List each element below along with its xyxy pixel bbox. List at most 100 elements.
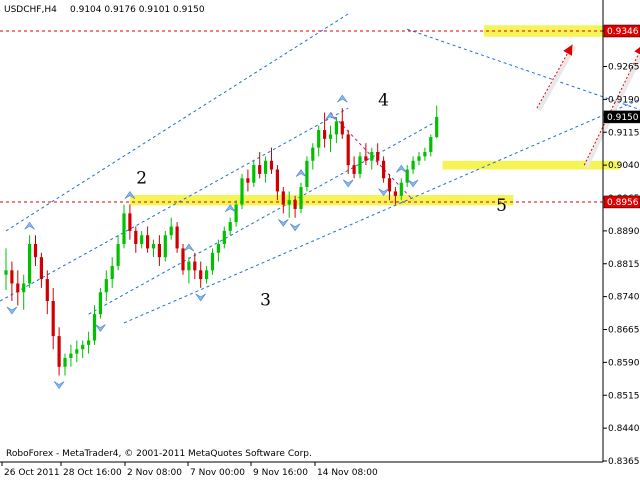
candle-body [246, 178, 250, 183]
candle-body [205, 270, 209, 280]
candle-body [234, 204, 238, 223]
price-chart[interactable]: 23456 0.93460.92650.91900.91150.90400.89… [0, 0, 640, 480]
candle-body [216, 244, 220, 253]
chart-copyright: RoboForex - MetaTrader4, © 2001-2011 Met… [6, 449, 312, 459]
candle-body [169, 226, 173, 236]
candle-body [175, 226, 179, 249]
price-tick-label: 0.9115 [608, 128, 640, 138]
candle-body [269, 160, 274, 170]
time-tick-label: 7 Nov 00:00 [190, 468, 245, 478]
current-price-tag: 0.9150 [607, 113, 639, 123]
chart-ohlc-header: 0.9104 0.9176 0.9101 0.9150 [70, 5, 205, 15]
candle-body [252, 165, 256, 183]
candle-body [258, 165, 262, 174]
candle-body [63, 357, 67, 367]
wave-label: 4 [378, 91, 389, 111]
candle-body [210, 252, 215, 271]
candle-body [346, 134, 350, 166]
candle-body [10, 270, 14, 284]
candle-body [116, 244, 120, 266]
price-tag-red: 0.9346 [607, 27, 639, 37]
candle-body [311, 147, 315, 161]
candle-body [399, 182, 403, 196]
candle-body [358, 156, 362, 174]
candle-body [69, 353, 73, 358]
price-tick-label: 0.9040 [608, 161, 640, 171]
candle-body [181, 248, 185, 271]
wave-label: 3 [260, 290, 271, 310]
price-tick-label: 0.8890 [608, 227, 640, 237]
candle-body [187, 261, 191, 271]
candle-body [317, 130, 321, 148]
candle-body [275, 169, 279, 192]
candle-body [151, 244, 156, 249]
candle-body [334, 121, 338, 135]
highlight-zone [129, 194, 514, 206]
candle-body [305, 160, 309, 188]
candle-body [228, 222, 232, 231]
candle-body [193, 261, 197, 271]
candle-body [281, 191, 285, 205]
candle-body [4, 270, 8, 275]
candle-body [33, 244, 38, 258]
candle-body [87, 340, 91, 345]
chart-background [0, 0, 640, 480]
time-tick-label: 14 Nov 08:00 [317, 468, 378, 478]
candle-body [110, 265, 114, 280]
price-tick-label: 0.8365 [608, 457, 640, 467]
candle-body [287, 200, 291, 205]
candle-body [39, 257, 43, 280]
price-tick-label: 0.8440 [608, 424, 640, 434]
candle-body [299, 187, 303, 209]
price-tag-red: 0.8956 [607, 198, 639, 208]
candle-body [16, 283, 20, 293]
candle-body [370, 151, 374, 161]
price-tick-label: 0.8590 [608, 358, 640, 368]
candle-body [57, 336, 61, 367]
candle-body [435, 116, 439, 138]
candle-body [163, 235, 167, 258]
candle-body [104, 279, 108, 293]
candle-body [146, 235, 150, 249]
price-tick-label: 0.9190 [608, 95, 640, 105]
candle-body [140, 235, 144, 245]
candle-body [429, 137, 433, 152]
candle-body [340, 121, 344, 135]
candle-body [293, 200, 297, 209]
candle-body [128, 213, 132, 231]
wave-label: 2 [136, 169, 147, 189]
chart-symbol-header: USDCHF,H4 [4, 5, 57, 15]
candle-body [51, 301, 55, 337]
price-tick-label: 0.8740 [608, 293, 640, 303]
candle-body [134, 230, 138, 245]
candle-body [75, 349, 79, 354]
candle-body [81, 344, 85, 350]
candle-body [393, 191, 397, 196]
price-tick-label: 0.8815 [608, 260, 640, 270]
candle-body [352, 165, 356, 174]
candle-body [157, 244, 161, 258]
candle-body [22, 283, 26, 293]
time-tick-label: 28 Oct 16:00 [63, 468, 122, 478]
time-tick-label: 26 Oct 2011 [4, 468, 60, 478]
candle-body [376, 151, 380, 161]
candle-body [92, 314, 97, 341]
candle-body [264, 160, 268, 174]
candle-body [240, 178, 244, 205]
candle-body [28, 244, 32, 284]
time-tick-label: 9 Nov 16:00 [253, 468, 308, 478]
candle-body [98, 292, 102, 315]
candle-body [382, 160, 386, 179]
candle-body [199, 270, 203, 280]
highlight-zone [442, 160, 620, 170]
wave-label: 5 [496, 196, 507, 216]
time-tick-label: 2 Nov 08:00 [127, 468, 182, 478]
chart-canvas[interactable]: 23456 0.93460.92650.91900.91150.90400.89… [0, 0, 640, 480]
candle-body [45, 279, 49, 302]
candle-body [423, 151, 427, 157]
price-tick-label: 0.9265 [608, 63, 640, 73]
candle-body [323, 130, 327, 139]
price-tick-label: 0.8515 [608, 391, 640, 401]
candle-body [417, 156, 421, 161]
price-tick-label: 0.8665 [608, 326, 640, 336]
